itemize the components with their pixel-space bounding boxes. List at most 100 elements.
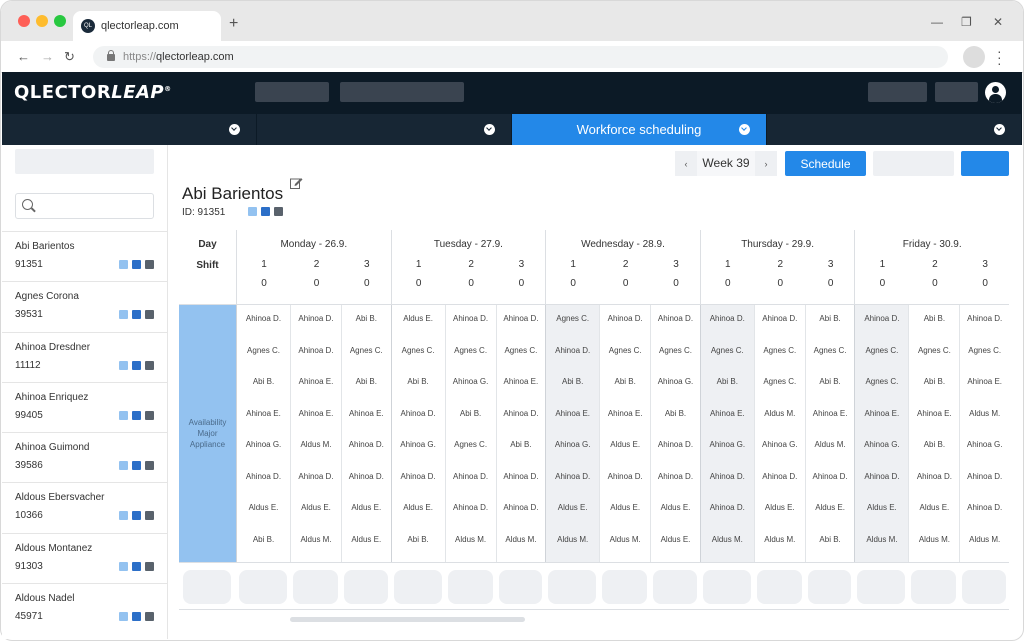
assignment-cell[interactable]: Ahinoa D. — [291, 472, 341, 481]
assignment-cell[interactable]: Aldus M. — [546, 535, 599, 544]
assignment-cell[interactable]: Agnes C. — [960, 346, 1009, 355]
assignment-cell[interactable]: Ahinoa D. — [291, 314, 341, 323]
assignment-cell[interactable]: Aldus M. — [855, 535, 908, 544]
assignment-cell[interactable]: Ahinoa D. — [909, 472, 959, 481]
assignment-cell[interactable]: Aldus E. — [291, 503, 341, 512]
footer-cell[interactable] — [239, 570, 287, 604]
assignment-cell[interactable]: Agnes C. — [237, 346, 290, 355]
module-tab-workforce-scheduling[interactable]: Workforce scheduling — [512, 114, 767, 145]
toolbar-placeholder-button[interactable] — [873, 151, 954, 176]
close-icon[interactable]: ✕ — [993, 15, 1003, 29]
assignment-cell[interactable]: Ahinoa D. — [497, 503, 546, 512]
assignment-cell[interactable]: Agnes C. — [855, 377, 908, 386]
assignment-cell[interactable]: Abi B. — [237, 377, 290, 386]
assignment-cell[interactable]: Aldus M. — [755, 409, 805, 418]
assignment-cell[interactable]: Aldus M. — [701, 535, 754, 544]
footer-cell[interactable] — [702, 570, 751, 604]
assignment-cell[interactable]: Ahinoa D. — [806, 472, 855, 481]
assignment-cell[interactable]: Abi B. — [446, 409, 496, 418]
list-item[interactable]: Aldous Montanez 91303 — [2, 532, 167, 583]
assignment-cell[interactable]: Ahinoa G. — [651, 377, 700, 386]
assignment-cell[interactable]: Ahinoa G. — [446, 377, 496, 386]
assignment-cell[interactable]: Ahinoa E. — [855, 409, 908, 418]
assignment-cell[interactable]: Ahinoa E. — [291, 409, 341, 418]
assignment-cell[interactable]: Aldus E. — [546, 503, 599, 512]
assignment-cell[interactable]: Ahinoa D. — [600, 472, 650, 481]
assignment-cell[interactable]: Ahinoa D. — [701, 503, 754, 512]
assignment-cell[interactable]: Aldus M. — [291, 440, 341, 449]
minimize-window-icon[interactable] — [36, 15, 48, 27]
assignment-cell[interactable]: Agnes C. — [755, 346, 805, 355]
assignment-cell[interactable]: Ahinoa E. — [701, 409, 754, 418]
assignment-cell[interactable]: Agnes C. — [392, 346, 445, 355]
restore-icon[interactable]: ❐ — [961, 15, 972, 29]
assignment-cell[interactable]: Abi B. — [342, 314, 391, 323]
header-nav-placeholder-2[interactable] — [340, 82, 464, 102]
schedule-button[interactable]: Schedule — [785, 151, 866, 176]
assignment-cell[interactable]: Abi B. — [392, 377, 445, 386]
assignment-cell[interactable]: Abi B. — [600, 377, 650, 386]
assignment-cell[interactable]: Ahinoa D. — [855, 314, 908, 323]
assignment-cell[interactable]: Ahinoa E. — [497, 377, 546, 386]
logo[interactable]: QLECTORLEAP® — [14, 82, 172, 103]
footer-cell[interactable] — [857, 570, 906, 604]
assignment-cell[interactable]: Aldus M. — [600, 535, 650, 544]
assignment-cell[interactable]: Ahinoa D. — [755, 314, 805, 323]
footer-cell[interactable] — [548, 570, 597, 604]
assignment-cell[interactable]: Ahinoa G. — [546, 440, 599, 449]
assignment-cell[interactable]: Aldus E. — [342, 535, 391, 544]
assignment-cell[interactable]: Aldus M. — [291, 535, 341, 544]
assignment-cell[interactable]: Aldus E. — [651, 535, 700, 544]
assignment-cell[interactable]: Ahinoa D. — [497, 409, 546, 418]
assignment-cell[interactable]: Agnes C. — [806, 346, 855, 355]
assignment-cell[interactable]: Ahinoa E. — [546, 409, 599, 418]
footer-cell[interactable] — [962, 570, 1006, 604]
edit-icon[interactable] — [290, 177, 303, 189]
assignment-cell[interactable]: Agnes C. — [755, 377, 805, 386]
back-icon[interactable]: ← — [17, 49, 30, 64]
assignment-cell[interactable]: Abi B. — [909, 440, 959, 449]
assignment-cell[interactable]: Aldus M. — [755, 535, 805, 544]
assignment-cell[interactable]: Ahinoa D. — [392, 409, 445, 418]
footer-cell[interactable] — [498, 570, 543, 604]
assignment-cell[interactable]: Ahinoa D. — [546, 472, 599, 481]
footer-cell[interactable] — [293, 570, 338, 604]
assignment-cell[interactable]: Ahinoa D. — [960, 503, 1009, 512]
assignment-cell[interactable]: Aldus E. — [237, 503, 290, 512]
assignment-cell[interactable]: Aldus M. — [960, 535, 1009, 544]
list-item[interactable]: Ahinoa Dresdner 11112 — [2, 331, 167, 382]
assignment-cell[interactable]: Abi B. — [342, 377, 391, 386]
assignment-cell[interactable]: Agnes C. — [546, 314, 599, 323]
kebab-menu-icon[interactable]: · · · — [997, 44, 1002, 70]
assignment-cell[interactable]: Ahinoa G. — [855, 440, 908, 449]
assignment-cell[interactable]: Ahinoa D. — [960, 314, 1009, 323]
assignment-cell[interactable]: Ahinoa D. — [446, 314, 496, 323]
assignment-cell[interactable]: Abi B. — [806, 377, 855, 386]
assignment-cell[interactable]: Aldus E. — [855, 503, 908, 512]
assignment-cell[interactable]: Ahinoa D. — [237, 472, 290, 481]
assignment-cell[interactable]: Ahinoa E. — [806, 409, 855, 418]
assignment-cell[interactable]: Aldus M. — [960, 409, 1009, 418]
list-item[interactable]: Ahinoa Enriquez 99405 — [2, 381, 167, 432]
module-tab-4[interactable] — [767, 114, 1022, 145]
assignment-cell[interactable]: Aldus E. — [755, 503, 805, 512]
horizontal-scrollbar[interactable] — [290, 617, 525, 622]
assignment-cell[interactable]: Ahinoa D. — [755, 472, 805, 481]
assignment-cell[interactable]: Ahinoa E. — [960, 377, 1009, 386]
header-action-placeholder-1[interactable] — [868, 82, 927, 102]
assignment-cell[interactable]: Abi B. — [909, 377, 959, 386]
footer-cell[interactable] — [183, 570, 231, 604]
assignment-cell[interactable]: Ahinoa D. — [701, 472, 754, 481]
assignment-cell[interactable]: Ahinoa D. — [600, 314, 650, 323]
assignment-cell[interactable]: Ahinoa E. — [291, 377, 341, 386]
assignment-cell[interactable]: Ahinoa E. — [342, 409, 391, 418]
list-item[interactable]: Aldous Nadel 45971 — [2, 583, 167, 633]
assignment-cell[interactable]: Ahinoa G. — [701, 440, 754, 449]
assignment-cell[interactable]: Ahinoa D. — [651, 472, 700, 481]
assignment-cell[interactable]: Ahinoa E. — [909, 409, 959, 418]
footer-cell[interactable] — [807, 570, 852, 604]
assignment-cell[interactable]: Ahinoa D. — [342, 440, 391, 449]
assignment-cell[interactable]: Abi B. — [806, 314, 855, 323]
assignment-cell[interactable]: Abi B. — [546, 377, 599, 386]
assignment-cell[interactable]: Abi B. — [237, 535, 290, 544]
